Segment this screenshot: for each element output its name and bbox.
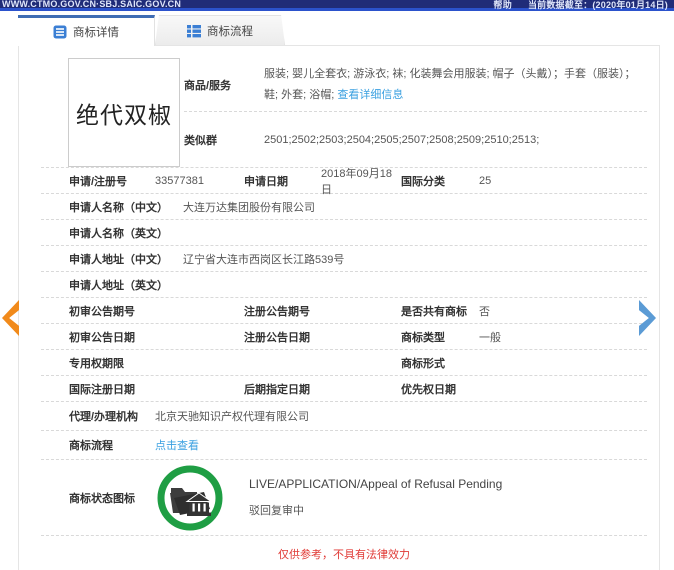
- field-row: 代理/办理机构 北京天驰知识产权代理有限公司: [41, 402, 647, 431]
- tab-bar: 商标详情 商标流程: [18, 15, 285, 46]
- trademark-name: 绝代双椒: [76, 102, 172, 128]
- mark-form-label: 商标形式: [401, 357, 445, 370]
- goods-services-row: 商品/服务 服装; 婴儿全套衣; 游泳衣; 袜; 化装舞会用服装; 帽子（头戴）…: [184, 58, 647, 112]
- applicant-cn-value: 大连万达集团股份有限公司: [183, 201, 315, 214]
- disclaimer-note: 仅供参考，不具有法律效力: [278, 549, 410, 561]
- similar-group-value: 2501;2502;2503;2504;2505;2507;2508;2509;…: [264, 133, 540, 146]
- field-row: 申请人名称（中文） 大连万达集团股份有限公司: [41, 194, 647, 220]
- address-cn-label: 申请人地址（中文）: [69, 253, 168, 266]
- intl-reg-date-label: 国际注册日期: [69, 383, 135, 396]
- click-to-view-link[interactable]: 点击查看: [155, 437, 647, 453]
- flow-label: 商标流程: [69, 440, 113, 452]
- status-row: 商标状态图标 LIVE/APPLICATION/Appeal of Refusa…: [41, 460, 647, 536]
- status-chinese: 驳回复审中: [249, 505, 304, 517]
- reg-no-label: 申请/注册号: [69, 175, 128, 188]
- field-row: 申请/注册号 33577381 申请日期 2018年09月18日 国际分类 25: [41, 167, 647, 196]
- field-row: 商标流程 点击查看: [41, 431, 647, 460]
- prelim-no-label: 初审公告期号: [69, 305, 135, 318]
- intl-class-value: 25: [479, 174, 492, 187]
- topbar: WWW.CTMO.GOV.CN·SBJ.SAIC.GOV.CN 帮助 当前数据截…: [0, 0, 674, 11]
- data-cutoff-text: 当前数据截至：(2020年01月14日): [527, 0, 668, 10]
- applicant-cn-label: 申请人名称（中文）: [69, 201, 168, 214]
- agent-label: 代理/办理机构: [69, 411, 139, 423]
- grid-list-icon: [187, 24, 201, 37]
- status-english: LIVE/APPLICATION/Appeal of Refusal Pendi…: [249, 477, 503, 491]
- apply-date-value: 2018年09月18日: [321, 167, 392, 196]
- goods-services-value: 服装; 婴儿全套衣; 游泳衣; 袜; 化装舞会用服装; 帽子（头戴）；手套（服装…: [264, 68, 636, 101]
- agent-value: 北京天驰知识产权代理有限公司: [155, 411, 309, 423]
- mark-and-goods-section: 绝代双椒 商品/服务 服装; 婴儿全套衣; 游泳衣; 袜; 化装舞会用服装; 帽…: [41, 58, 647, 168]
- site-title: WWW.CTMO.GOV.CN·SBJ.SAIC.GOV.CN: [2, 0, 182, 9]
- mark-type-label: 商标类型: [401, 331, 445, 344]
- address-en-label: 申请人地址（英文）: [69, 279, 168, 292]
- priority-date-label: 优先权日期: [401, 383, 456, 396]
- field-row: 申请人地址（中文） 辽宁省大连市西岗区长江路539号: [41, 246, 647, 272]
- applicant-en-label: 申请人名称（英文）: [69, 227, 168, 240]
- goods-services-label: 商品/服务: [184, 79, 232, 92]
- shared-mark-label: 是否共有商标: [401, 305, 467, 318]
- intl-class-label: 国际分类: [401, 175, 445, 188]
- reg-ann-date-label: 注册公告日期: [244, 331, 310, 344]
- mark-type-value: 一般: [479, 331, 501, 344]
- address-cn-value: 辽宁省大连市西岗区长江路539号: [183, 253, 345, 266]
- tab-trademark-detail[interactable]: 商标详情: [18, 15, 155, 46]
- help-link[interactable]: 帮助: [494, 0, 512, 11]
- field-row: 初审公告日期 注册公告日期 商标类型 一般: [41, 324, 647, 350]
- shared-mark-value: 否: [479, 305, 490, 318]
- reg-no-value: 33577381: [155, 174, 204, 187]
- green-circle-folder-bank-icon: [157, 465, 223, 530]
- trademark-image: 绝代双椒: [68, 58, 180, 167]
- previous-arrow-button[interactable]: [2, 300, 19, 336]
- tab-label: 商标流程: [207, 25, 253, 38]
- tab-trademark-flow[interactable]: 商标流程: [155, 15, 285, 45]
- similar-group-row: 类似群 2501;2502;2503;2504;2505;2507;2508;2…: [184, 112, 647, 167]
- later-desig-date-label: 后期指定日期: [244, 383, 310, 396]
- field-row: 专用权期限 商标形式: [41, 350, 647, 376]
- tab-label: 商标详情: [73, 27, 119, 39]
- field-row: 申请人名称（英文）: [41, 220, 647, 246]
- field-row: 国际注册日期 后期指定日期 优先权日期: [41, 376, 647, 402]
- trademark-detail-panel: 绝代双椒 商品/服务 服装; 婴儿全套衣; 游泳衣; 袜; 化装舞会用服装; 帽…: [18, 45, 660, 570]
- document-lines-icon: [53, 25, 67, 39]
- status-label: 商标状态图标: [69, 492, 135, 505]
- field-row: 初审公告期号 注册公告期号 是否共有商标 否: [41, 298, 647, 324]
- apply-date-label: 申请日期: [244, 175, 288, 188]
- similar-group-label: 类似群: [184, 134, 217, 147]
- right-period-label: 专用权期限: [69, 357, 124, 370]
- view-details-link[interactable]: 查看详细信息: [337, 89, 403, 101]
- reg-ann-no-label: 注册公告期号: [244, 305, 310, 318]
- field-row: 申请人地址（英文）: [41, 272, 647, 298]
- prelim-date-label: 初审公告日期: [69, 331, 135, 344]
